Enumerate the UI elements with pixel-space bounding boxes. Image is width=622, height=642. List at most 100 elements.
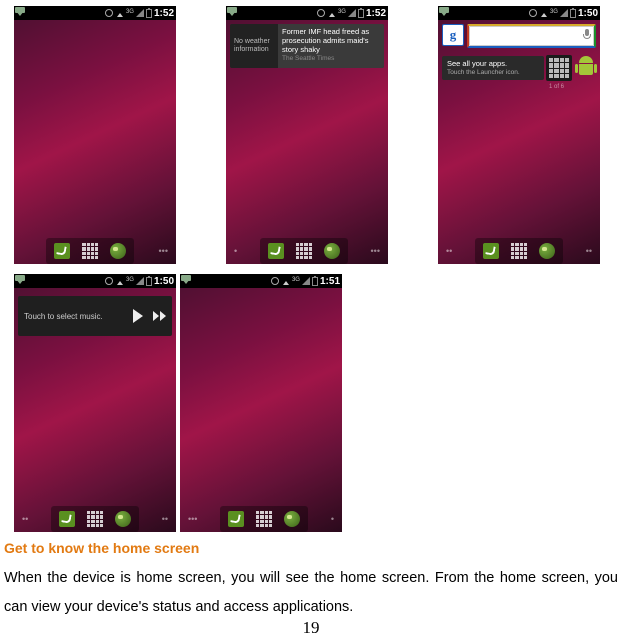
phone-app[interactable] <box>265 241 287 261</box>
sms-icon <box>440 11 448 16</box>
browser-app[interactable] <box>321 241 343 261</box>
news-headline: Former IMF head freed as prosecution adm… <box>282 27 380 54</box>
signal-icon <box>302 277 310 285</box>
status-clock: 1:50 <box>578 8 598 19</box>
tips-widget[interactable]: See all your apps. Touch the Launcher ic… <box>442 54 596 82</box>
browser-app[interactable] <box>281 509 303 529</box>
google-g-letter: g <box>450 27 457 43</box>
dock: •• •• <box>438 238 600 264</box>
home-screen-body[interactable]: ••• • <box>180 288 342 532</box>
dock: ••• • <box>180 506 342 532</box>
phone-app[interactable] <box>480 241 502 261</box>
tips-title: See all your apps. <box>447 59 539 68</box>
play-icon[interactable] <box>133 309 143 323</box>
home-screen-body[interactable]: g See all your apps. Touch the Launcher … <box>438 20 600 264</box>
news-widget[interactable]: No weather information Former IMF head f… <box>230 24 384 68</box>
signal-icon <box>136 9 144 17</box>
browser-icon <box>324 243 340 259</box>
wifi-icon <box>539 10 548 17</box>
status-bar: 3G 1:52 <box>226 6 388 20</box>
pager-dots-right[interactable]: ••• <box>159 246 168 256</box>
alarm-icon <box>105 277 113 285</box>
wifi-icon <box>115 278 124 285</box>
apps-grid-icon <box>511 243 527 259</box>
tips-subtitle: Touch the Launcher icon. <box>447 69 539 77</box>
page-number: 19 <box>0 618 622 638</box>
wifi-icon <box>327 10 336 17</box>
network-3g-icon: 3G <box>338 9 346 15</box>
phone-icon <box>54 243 70 259</box>
signal-icon <box>136 277 144 285</box>
search-input[interactable] <box>467 24 596 48</box>
launcher-button[interactable] <box>79 241 101 261</box>
network-3g-icon: 3G <box>126 9 134 15</box>
browser-icon <box>115 511 131 527</box>
section-heading: Get to know the home screen <box>4 540 622 556</box>
dock: • ••• <box>226 238 388 264</box>
pager-dots-left[interactable]: •• <box>22 514 28 524</box>
launcher-button[interactable] <box>84 509 106 529</box>
browser-icon <box>110 243 126 259</box>
pager-dot-left[interactable]: • <box>234 246 237 256</box>
browser-icon <box>284 511 300 527</box>
alarm-icon <box>105 9 113 17</box>
home-screen-body[interactable]: No weather information Former IMF head f… <box>226 20 388 264</box>
battery-icon <box>570 9 576 18</box>
status-bar: 3G 1:52 <box>14 6 176 20</box>
pager-dot-right[interactable]: • <box>331 514 334 524</box>
screenshot-row-1: 3G 1:52 ••• 3G <box>0 0 622 264</box>
status-bar: 3G 1:50 <box>438 6 600 20</box>
phone-app[interactable] <box>225 509 247 529</box>
launcher-icon-preview[interactable] <box>546 55 572 81</box>
wifi-icon <box>281 278 290 285</box>
google-logo-button[interactable]: g <box>442 24 464 46</box>
home-screen-body[interactable]: ••• <box>14 20 176 264</box>
home-screen-body[interactable]: Touch to select music. •• •• <box>14 288 176 532</box>
battery-icon <box>146 9 152 18</box>
tips-bubble: See all your apps. Touch the Launcher ic… <box>442 56 544 80</box>
tips-counter: 1 of 6 <box>549 84 564 90</box>
alarm-icon <box>271 277 279 285</box>
signal-icon <box>560 9 568 17</box>
pager-dots-left[interactable]: •• <box>446 246 452 256</box>
browser-icon <box>539 243 555 259</box>
alarm-icon <box>317 9 325 17</box>
browser-app[interactable] <box>536 241 558 261</box>
search-widget[interactable]: g <box>442 24 596 48</box>
status-bar: 3G 1:50 <box>14 274 176 288</box>
pager-dots-right[interactable]: ••• <box>371 246 380 256</box>
launcher-button[interactable] <box>508 241 530 261</box>
phone-icon <box>268 243 284 259</box>
screenshot-row-2: 3G 1:50 Touch to select music. •• •• <box>0 268 622 532</box>
phone-app[interactable] <box>51 241 73 261</box>
next-track-icon[interactable] <box>153 311 166 321</box>
battery-icon <box>312 277 318 286</box>
phone-icon <box>59 511 75 527</box>
news-pane: Former IMF head freed as prosecution adm… <box>278 24 384 68</box>
mic-icon[interactable] <box>583 29 591 41</box>
pager-dots-right[interactable]: •• <box>162 514 168 524</box>
apps-grid-icon <box>87 511 103 527</box>
screenshot-home-basic: 3G 1:52 ••• <box>14 6 176 264</box>
battery-icon <box>146 277 152 286</box>
launcher-button[interactable] <box>293 241 315 261</box>
sms-icon <box>182 279 190 284</box>
battery-icon <box>358 9 364 18</box>
screenshot-home-music: 3G 1:50 Touch to select music. •• •• <box>14 274 176 532</box>
status-clock: 1:52 <box>366 8 386 19</box>
status-bar: 3G 1:51 <box>180 274 342 288</box>
pager-dots-left[interactable]: ••• <box>188 514 197 524</box>
sms-icon <box>16 11 24 16</box>
signal-icon <box>348 9 356 17</box>
status-clock: 1:51 <box>320 276 340 287</box>
browser-app[interactable] <box>112 509 134 529</box>
phone-icon <box>228 511 244 527</box>
music-widget[interactable]: Touch to select music. <box>18 296 172 336</box>
phone-app[interactable] <box>56 509 78 529</box>
body-paragraph: When the device is home screen, you will… <box>4 564 618 622</box>
screenshot-home-news: 3G 1:52 No weather information Former IM… <box>226 6 388 264</box>
pager-dots-right[interactable]: •• <box>586 246 592 256</box>
launcher-button[interactable] <box>253 509 275 529</box>
sms-icon <box>228 11 236 16</box>
browser-app[interactable] <box>107 241 129 261</box>
